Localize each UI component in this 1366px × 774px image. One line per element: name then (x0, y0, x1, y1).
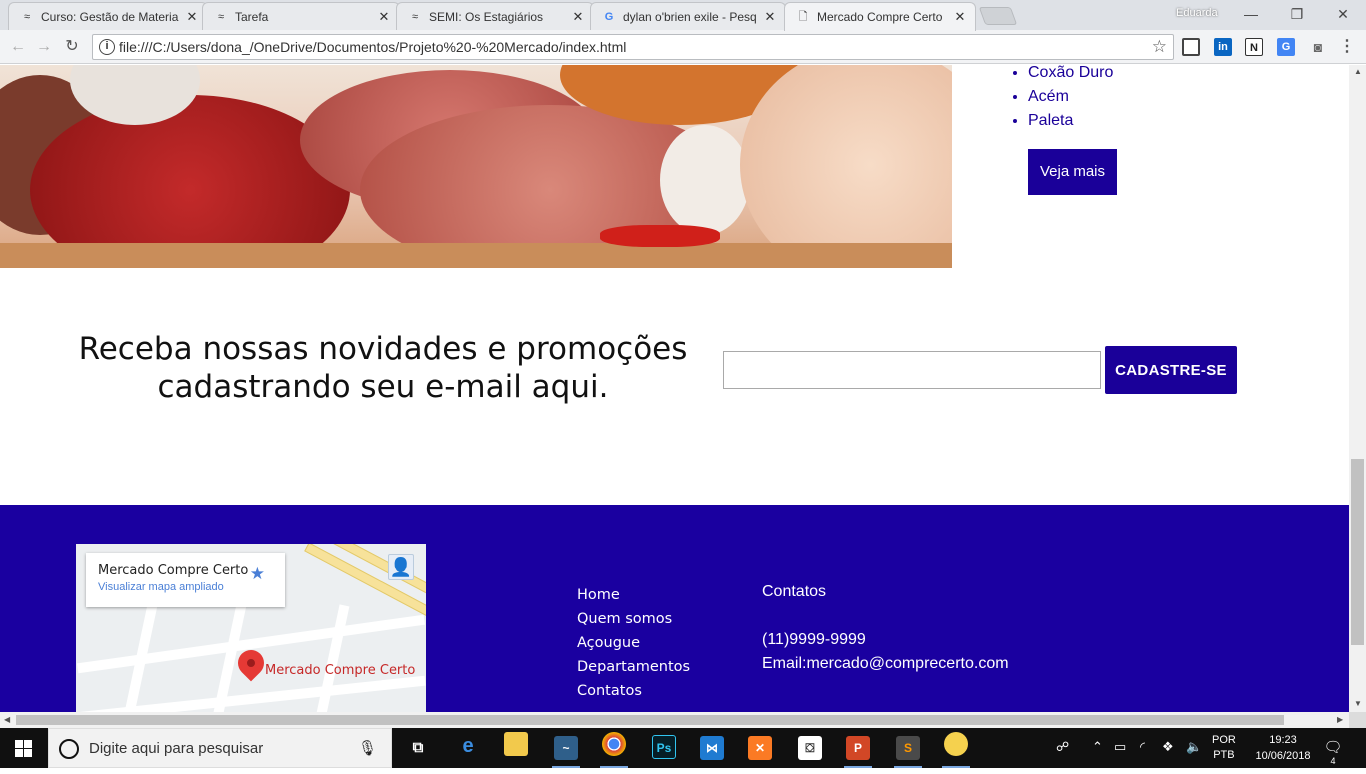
edge-icon[interactable]: e (450, 732, 486, 764)
search-placeholder: Digite aqui para pesquisar (89, 740, 264, 757)
chrome-icon[interactable] (596, 732, 632, 768)
back-icon[interactable]: ← (8, 38, 28, 58)
microphone-icon[interactable]: 🎙 (358, 739, 377, 757)
minimize-icon[interactable]: — (1236, 4, 1266, 24)
contacts-title: Contatos (762, 583, 827, 600)
horizontal-scrollbar[interactable]: ◀ ▶ (0, 712, 1349, 728)
task-view-icon[interactable]: ⧉ (400, 732, 436, 764)
input-language[interactable]: POR PTB (1212, 733, 1236, 763)
tab-tarefa[interactable]: ≈ Tarefa ✕ (202, 2, 400, 30)
email-field[interactable] (723, 351, 1101, 389)
taskbar-search[interactable]: Digite aqui para pesquisar 🎙 (48, 728, 392, 768)
footer-nav: Home Quem somos Açougue Departamentos Co… (577, 583, 690, 703)
close-icon[interactable]: ✕ (953, 10, 967, 24)
store-icon[interactable]: ⛋ (792, 732, 828, 764)
close-icon[interactable]: ✕ (377, 9, 391, 24)
browser-tab-strip: ≈ Curso: Gestão de Materia ✕ ≈ Tarefa ✕ … (0, 0, 1366, 31)
xampp-icon[interactable]: ✕ (742, 732, 778, 764)
vscode-icon[interactable]: ⋈ (694, 732, 730, 764)
wifi-icon[interactable]: ◜ (1140, 739, 1145, 755)
meat-hero-image (0, 65, 952, 268)
windows-start-icon[interactable] (0, 728, 48, 768)
vertical-scrollbar[interactable]: ▲ ▼ (1349, 65, 1366, 712)
cortana-icon (59, 739, 79, 759)
horizontal-scroll-thumb[interactable] (16, 715, 1284, 725)
scroll-up-icon[interactable]: ▲ (1354, 67, 1362, 76)
footer-link-departments[interactable]: Departamentos (577, 655, 690, 679)
contact-email: Email:mercado@comprecerto.com (762, 655, 1009, 672)
embedded-map[interactable]: Mercado Compre Certo Visualizar mapa amp… (76, 544, 426, 712)
tab-google-search[interactable]: G dylan o'brien exile - Pesq ✕ (590, 2, 786, 30)
moodle-icon: ≈ (217, 10, 225, 23)
close-icon[interactable]: ✕ (763, 9, 777, 24)
profile-name[interactable]: Eduarda (1176, 7, 1218, 19)
google-icon: G (604, 10, 614, 23)
close-window-icon[interactable]: ✕ (1328, 4, 1358, 24)
tab-curso[interactable]: ≈ Curso: Gestão de Materia ✕ (8, 2, 208, 30)
page-viewport: Coxão Duro Acém Paleta Veja mais Receba … (0, 65, 1349, 712)
show-hidden-icons[interactable]: ⌃ (1092, 739, 1103, 755)
scroll-down-icon[interactable]: ▼ (1354, 699, 1362, 708)
powerpoint-icon[interactable]: P (840, 732, 876, 768)
moodle-icon: ≈ (411, 10, 419, 23)
new-tab-button[interactable] (978, 7, 1018, 25)
battery-icon[interactable]: ▭ (1114, 739, 1126, 755)
browser-toolbar: ← → ↻ i file:///C:/Users/dona_/OneDrive/… (0, 30, 1366, 64)
close-icon[interactable]: ✕ (571, 9, 585, 24)
vertical-scroll-thumb[interactable] (1351, 459, 1364, 645)
screenshot-ext-icon[interactable] (1182, 38, 1200, 56)
footer-link-home[interactable]: Home (577, 583, 690, 607)
file-explorer-icon[interactable] (498, 732, 534, 764)
forward-icon[interactable]: → (34, 38, 54, 58)
footer-link-contacts[interactable]: Contatos (577, 679, 690, 703)
n-ext-icon[interactable]: N (1245, 38, 1263, 56)
map-pin-label[interactable]: Mercado Compre Certo (265, 663, 415, 678)
volume-icon[interactable]: 🔈 (1186, 739, 1202, 755)
restore-icon[interactable]: ❐ (1282, 4, 1312, 24)
map-place-title: Mercado Compre Certo (98, 563, 249, 578)
people-icon[interactable]: ☍ (1056, 739, 1069, 755)
url-text: file:///C:/Users/dona_/OneDrive/Document… (119, 39, 627, 55)
footer: Mercado Compre Certo Visualizar mapa amp… (0, 505, 1349, 712)
scroll-right-icon[interactable]: ▶ (1337, 715, 1343, 724)
close-icon[interactable]: ✕ (185, 9, 199, 24)
footer-link-butcher[interactable]: Açougue (577, 631, 690, 655)
star-icon[interactable]: ★ (250, 564, 265, 584)
notification-center-icon[interactable]: 🗨4 (1322, 738, 1344, 766)
photoshop-icon[interactable]: Ps (646, 732, 682, 764)
linkedin-ext-icon[interactable]: in (1214, 38, 1232, 56)
see-more-button[interactable]: Veja mais (1028, 149, 1117, 195)
paint-icon[interactable] (938, 732, 974, 768)
mysql-workbench-icon[interactable]: ~ (548, 732, 584, 768)
windows-taskbar: Digite aqui para pesquisar 🎙 ⧉ e ~ Ps ⋈ … (0, 728, 1366, 768)
signup-button[interactable]: CADASTRE-SE (1105, 346, 1237, 394)
list-item[interactable]: Acém (1028, 85, 1113, 109)
reload-icon[interactable]: ↻ (62, 38, 82, 58)
scrollbar-corner (1349, 712, 1366, 728)
street-view-icon[interactable]: 👤 (388, 554, 414, 580)
page-icon: 🗋 (798, 10, 808, 23)
list-item[interactable]: Coxão Duro (1028, 65, 1113, 85)
dropbox-icon[interactable]: ❖ (1162, 739, 1174, 755)
info-icon[interactable]: i (99, 39, 115, 55)
system-clock[interactable]: 19:23 10/06/2018 (1250, 732, 1316, 764)
tab-semi[interactable]: ≈ SEMI: Os Estagiários ✕ (396, 2, 594, 30)
footer-link-about[interactable]: Quem somos (577, 607, 690, 631)
map-info-card: Mercado Compre Certo Visualizar mapa amp… (86, 553, 285, 607)
translate-ext-icon[interactable]: G (1277, 38, 1295, 56)
menu-icon[interactable]: ⋮ (1338, 38, 1356, 56)
newsletter-heading: Receba nossas novidades e promoções cada… (78, 331, 688, 405)
bookmark-star-icon[interactable]: ☆ (1152, 37, 1167, 57)
address-bar[interactable]: i file:///C:/Users/dona_/OneDrive/Docume… (92, 34, 1174, 60)
tab-mercado-active[interactable]: 🗋 Mercado Compre Certo ✕ (784, 2, 976, 31)
map-enlarge-link[interactable]: Visualizar mapa ampliado (98, 581, 273, 593)
moodle-icon: ≈ (23, 10, 31, 23)
contact-phone: (11)9999-9999 (762, 631, 866, 648)
list-item[interactable]: Paleta (1028, 109, 1113, 133)
scroll-left-icon[interactable]: ◀ (4, 715, 10, 724)
sublime-text-icon[interactable]: S (890, 732, 926, 768)
camera-ext-icon[interactable]: ◙ (1309, 38, 1327, 56)
meat-cuts-list: Coxão Duro Acém Paleta (1010, 65, 1113, 133)
